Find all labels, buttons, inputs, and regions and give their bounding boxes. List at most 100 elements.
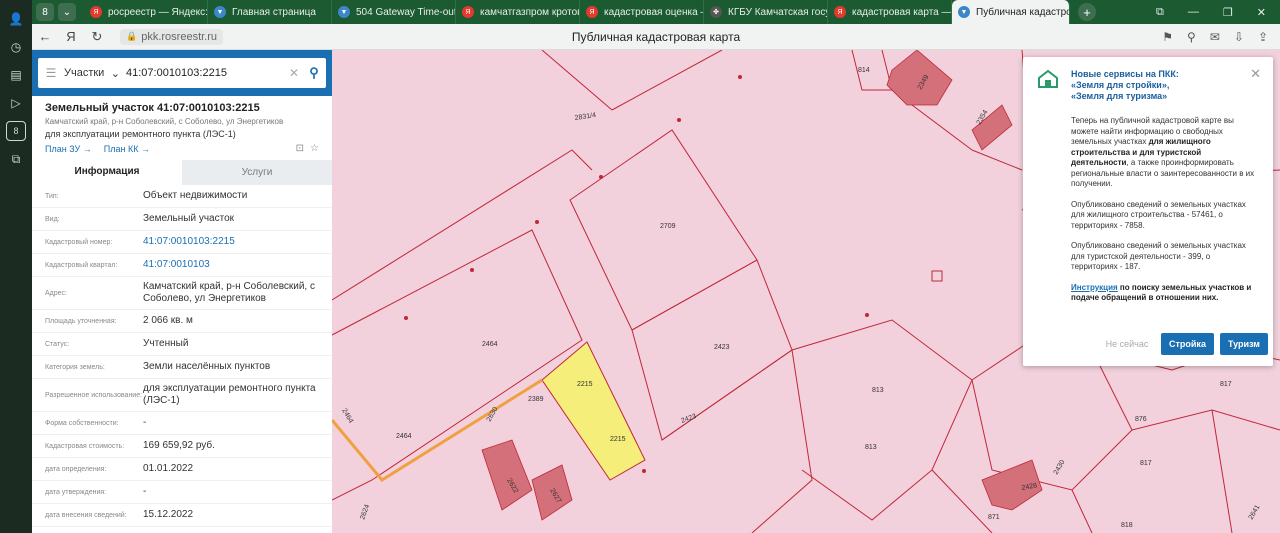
not-now-button[interactable]: Не сейчас [1099, 339, 1155, 349]
map-label: 2423 [714, 344, 730, 351]
popup-buttons: Не сейчас Стройка Туризм [1099, 333, 1268, 355]
menu-icon[interactable]: ☰ [38, 66, 64, 80]
instruction-link[interactable]: Инструкция [1071, 283, 1118, 292]
plan-zu-link[interactable]: План ЗУ → [45, 144, 92, 154]
point-marker [470, 268, 474, 272]
yandex-icon[interactable]: Я [58, 29, 84, 44]
property-value: 15.12.2022 [143, 509, 194, 520]
browser-tab[interactable]: Якадастровая оценка — [580, 0, 704, 24]
pkk-logo-icon [1038, 69, 1058, 88]
window-controls: ⧉ — ❐ ✕ [1156, 6, 1280, 19]
download-icon[interactable]: ⇩ [1234, 30, 1244, 44]
popup-title-line: «Земля для туризма» [1071, 91, 1168, 101]
point-marker [404, 316, 408, 320]
map-label: 2464 [482, 341, 498, 348]
collections-button-icon[interactable]: ⧉ [1156, 6, 1164, 19]
point-marker [535, 220, 539, 224]
map-label: 2215 [577, 381, 593, 388]
tab-services[interactable]: Услуги [182, 160, 332, 185]
property-value: для эксплуатации ремонтного пункта (ЛЭС-… [143, 383, 316, 406]
minimize-icon[interactable]: — [1188, 6, 1199, 19]
close-window-icon[interactable]: ✕ [1257, 6, 1266, 19]
map-label: 2430 [1053, 459, 1067, 476]
property-value[interactable]: 41:07:0010103 [143, 259, 220, 271]
plan-kk-link[interactable]: План КК → [104, 144, 150, 154]
map-label: 813 [872, 387, 884, 394]
property-value[interactable]: 41:07:0010103:2215 [143, 236, 245, 248]
property-key: дата внесения сведений: [45, 511, 127, 519]
tab-number-icon[interactable]: 8 [6, 121, 26, 141]
property-row: Кадастровый квартал: 41:07:0010103 [32, 254, 332, 277]
tab-label: Главная страница [232, 6, 316, 18]
map-label: 2630 [486, 406, 500, 423]
property-row: Статус: Учтенный [32, 333, 332, 356]
stroika-button[interactable]: Стройка [1161, 333, 1214, 355]
tab-info[interactable]: Информация [32, 160, 182, 185]
history-icon[interactable]: ◷ [6, 37, 26, 57]
property-row: Тип: Объект недвижимости [32, 185, 332, 208]
property-key: Вид: [45, 215, 60, 223]
tourism-button[interactable]: Туризм [1219, 333, 1268, 355]
search-input[interactable] [126, 67, 286, 79]
property-key: Разрешенное использование: [45, 391, 143, 399]
browser-tab[interactable]: Якамчатгазпром кротов [456, 0, 580, 24]
parcel-2464 [332, 229, 583, 501]
property-key: Тип: [45, 192, 59, 200]
zoom-object-icon[interactable]: ⊡ [296, 143, 304, 154]
profile-icon[interactable]: 👤 [6, 9, 26, 29]
search-type-select[interactable]: Участки ⌄ [64, 67, 126, 80]
property-row: Кадастровая стоимость: 169 659,92 руб. [32, 435, 332, 458]
info-tabs: Информация Услуги [32, 160, 332, 185]
selected-parcel-2215[interactable] [541, 341, 646, 481]
browser-tab[interactable]: Яросреестр — Яндекс: н [84, 0, 208, 24]
notes-icon[interactable]: ▤ [6, 65, 26, 85]
building-2349 [886, 50, 953, 106]
parcel-813 [791, 319, 973, 521]
properties-list: Тип: Объект недвижимости Вид: Земельный уча… [32, 185, 332, 527]
close-popup-icon[interactable]: ✕ [1250, 66, 1261, 82]
property-value: - [143, 486, 147, 497]
property-row: Категория земель: Земли населённых пункто… [32, 356, 332, 379]
property-value: Земельный участок [143, 213, 235, 224]
map-label: 2215 [610, 436, 626, 443]
browser-tab[interactable]: ✤ КГБУ Камчатская госуд [704, 0, 828, 24]
parcel-boundary [332, 149, 593, 301]
popup-title: Новые сервисы на ПКК: «Земля для стройки… [1071, 69, 1259, 102]
clear-icon[interactable]: ✕ [286, 66, 302, 80]
property-key: Статус: [45, 340, 70, 348]
reload-icon[interactable]: ↻ [84, 29, 110, 45]
back-icon[interactable]: ← [32, 29, 58, 44]
object-actions: ⊡ ☆ [296, 143, 319, 154]
object-title: Земельный участок 41:07:0010103:2215 [45, 102, 260, 114]
tab-favicon-icon: ▼ [214, 6, 226, 18]
url-field[interactable]: 🔒 pkk.rosreestr.ru [120, 28, 224, 45]
mail-icon[interactable]: ✉ [1210, 30, 1220, 44]
map-label: 2709 [660, 223, 676, 230]
search-icon[interactable]: ⚲ [302, 65, 326, 81]
property-key: Адрес: [45, 289, 67, 297]
extension-icon[interactable]: ⚲ [1187, 30, 1196, 44]
favorite-icon[interactable]: ☆ [310, 143, 319, 154]
tab-menu-icon[interactable]: ⌄ [58, 3, 76, 21]
play-icon[interactable]: ▷ [6, 93, 26, 113]
collections-icon[interactable]: ⧉ [6, 149, 26, 169]
property-row: Площадь уточненная: 2 066 кв. м [32, 310, 332, 333]
url-text: pkk.rosreestr.ru [141, 30, 218, 43]
map-label: 818 [1121, 522, 1133, 529]
popup-paragraph: Опубликовано сведений о земельных участк… [1071, 199, 1246, 230]
browser-tab[interactable]: ▼ 504 Gateway Time-out [332, 0, 456, 24]
browser-tab[interactable]: ▼ Главная страница [208, 0, 332, 24]
bookmark-icon[interactable]: ⚑ [1162, 30, 1173, 44]
news-popup: ✕ Новые сервисы на ПКК: «Земля для строй… [1023, 57, 1273, 366]
maximize-icon[interactable]: ❐ [1223, 6, 1233, 19]
tab-count-icon[interactable]: 8 [36, 3, 54, 21]
new-tab-button[interactable]: + [1078, 3, 1096, 21]
property-key: Кадастровый номер: [45, 238, 113, 246]
browser-tab[interactable]: Якадастровая карта — Я [828, 0, 952, 24]
tab-favicon-icon: Я [834, 6, 846, 18]
share-icon[interactable]: ⇪ [1258, 30, 1268, 44]
property-value: - [143, 417, 147, 428]
tab-label: Публичная кадастрова [976, 6, 1069, 18]
browser-tab-active[interactable]: ▼Публичная кадастрова✕ [952, 0, 1070, 24]
property-value: 169 659,92 руб. [143, 440, 215, 451]
